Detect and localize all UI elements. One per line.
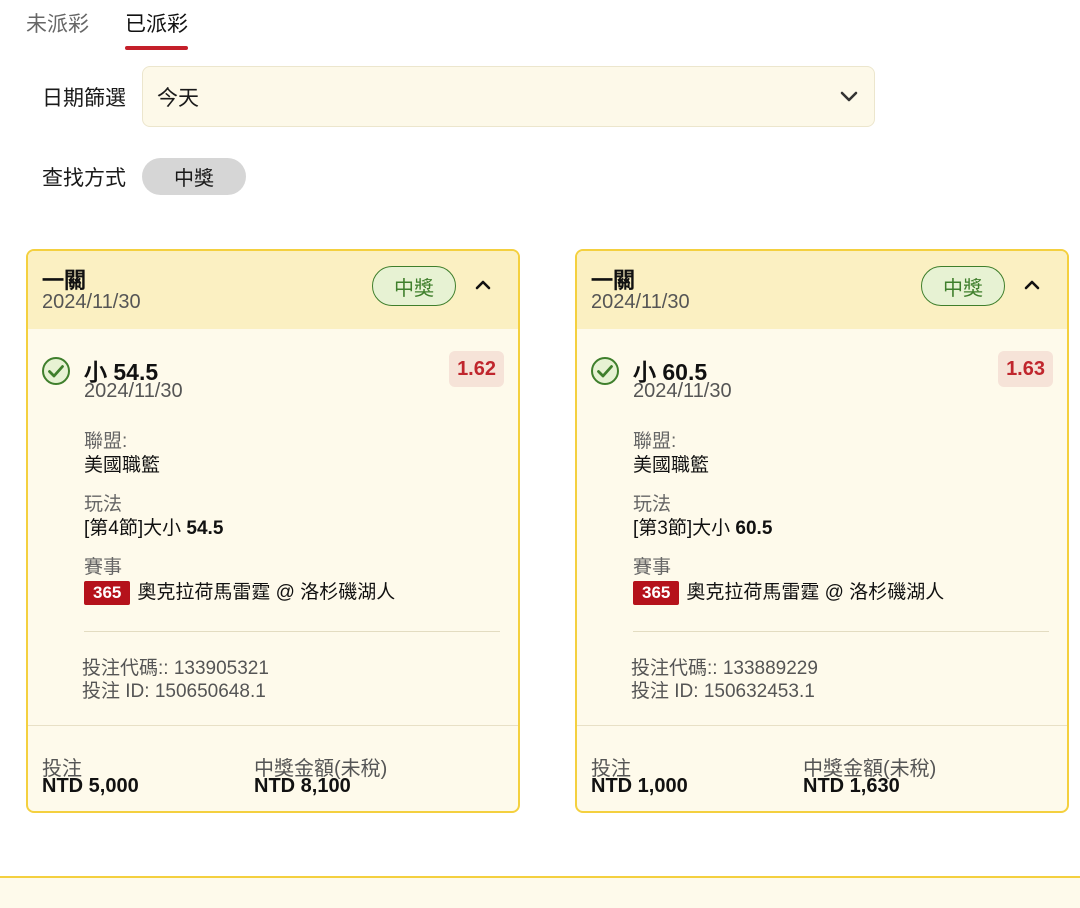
- divider: [577, 725, 1067, 726]
- bet-id: 投注 ID: 150632453.1: [631, 681, 815, 702]
- play-label: 玩法: [633, 494, 672, 515]
- payout-amount: NTD 1,630: [803, 775, 900, 797]
- league-value: 美國職籃: [633, 455, 710, 476]
- win-status-badge: 中獎: [372, 266, 456, 306]
- tab-unsettled[interactable]: 未派彩: [26, 10, 89, 50]
- bet365-tag: 365: [84, 580, 131, 605]
- play-line: 60.5: [735, 518, 773, 539]
- chevron-up-icon[interactable]: [1020, 273, 1044, 297]
- selection-date: 2024/11/30: [633, 380, 732, 402]
- bet-leg: 小 60.5 2024/11/30 1.63 聯盟: 美國職籃 玩法 [第3節]…: [577, 329, 1067, 629]
- bet-card-header[interactable]: 一關 2024/11/30 中獎: [577, 251, 1067, 329]
- event-name: 奧克拉荷馬雷霆 @ 洛杉磯湖人: [686, 582, 945, 603]
- play-line: 54.5: [186, 518, 224, 539]
- search-mode-label: 查找方式: [42, 166, 126, 190]
- date-filter-select[interactable]: 今天: [142, 66, 875, 127]
- play-prefix: [第3節]大小: [633, 518, 736, 539]
- event-label: 賽事: [633, 557, 672, 578]
- bet-date: 2024/11/30: [42, 291, 141, 313]
- event-name: 奧克拉荷馬雷霆 @ 洛杉磯湖人: [137, 582, 396, 603]
- bet-date: 2024/11/30: [591, 291, 690, 313]
- stake-amount: NTD 1,000: [591, 775, 688, 797]
- play-prefix: [第4節]大小: [84, 518, 187, 539]
- search-mode-row: 查找方式 中獎: [42, 158, 246, 195]
- bet-card-header[interactable]: 一關 2024/11/30 中獎: [28, 251, 518, 329]
- date-filter-value: 今天: [157, 86, 199, 110]
- chevron-up-icon[interactable]: [471, 273, 495, 297]
- selection-date: 2024/11/30: [84, 380, 183, 402]
- win-status-badge: 中獎: [921, 266, 1005, 306]
- play-value: [第4節]大小 54.5: [84, 513, 223, 540]
- odds-badge: 1.63: [998, 351, 1053, 387]
- divider: [28, 725, 518, 726]
- league-label: 聯盟:: [84, 431, 128, 452]
- event-label: 賽事: [84, 557, 123, 578]
- date-filter-row: 日期篩選 今天: [42, 66, 875, 127]
- play-label: 玩法: [84, 494, 123, 515]
- bet-card: 一關 2024/11/30 中獎 小 60.5 2024/11/30 1.63 …: [575, 249, 1069, 813]
- league-label: 聯盟:: [633, 431, 677, 452]
- event-value: 365 奧克拉荷馬雷霆 @ 洛杉磯湖人: [633, 577, 944, 605]
- check-circle-icon: [42, 357, 70, 385]
- bet-card: 一關 2024/11/30 中獎 小 54.5 2024/11/30 1.62 …: [26, 249, 520, 813]
- payout-amount: NTD 8,100: [254, 775, 351, 797]
- stake-amount: NTD 5,000: [42, 775, 139, 797]
- divider: [633, 631, 1049, 632]
- date-filter-label: 日期篩選: [42, 86, 126, 110]
- event-value: 365 奧克拉荷馬雷霆 @ 洛杉磯湖人: [84, 577, 395, 605]
- tab-bar: 未派彩 已派彩: [26, 10, 188, 50]
- check-circle-icon: [591, 357, 619, 385]
- league-value: 美國職籃: [84, 455, 161, 476]
- tab-settled[interactable]: 已派彩: [125, 10, 188, 50]
- play-value: [第3節]大小 60.5: [633, 513, 772, 540]
- next-bet-card[interactable]: [0, 876, 1080, 908]
- win-filter-chip[interactable]: 中獎: [142, 158, 246, 195]
- odds-badge: 1.62: [449, 351, 504, 387]
- bet-id: 投注 ID: 150650648.1: [82, 681, 266, 702]
- divider: [84, 631, 500, 632]
- bet-leg: 小 54.5 2024/11/30 1.62 聯盟: 美國職籃 玩法 [第4節]…: [28, 329, 518, 629]
- bet365-tag: 365: [633, 580, 680, 605]
- chevron-down-icon: [840, 88, 858, 106]
